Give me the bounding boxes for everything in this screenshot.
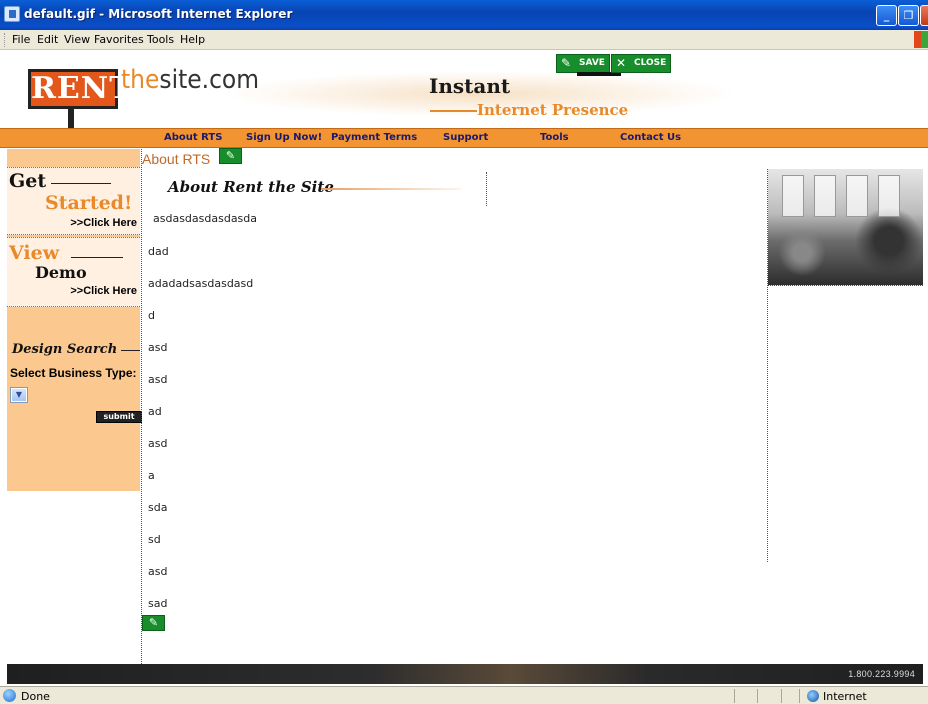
- get-started-word-1: Get: [9, 170, 47, 192]
- menu-edit[interactable]: Edit: [37, 33, 58, 46]
- content-line: asdasdasdasdasda: [153, 212, 258, 225]
- office-photo: [768, 169, 923, 286]
- status-bar: Done Internet: [0, 686, 928, 704]
- view-demo-rule: [71, 257, 123, 258]
- status-divider: [757, 689, 758, 703]
- logo-the: the: [121, 65, 160, 95]
- content-line: asd: [148, 565, 168, 578]
- content-line: asd: [148, 437, 168, 450]
- close-label: CLOSE: [634, 58, 667, 68]
- business-type-select[interactable]: ▼: [10, 387, 28, 403]
- left-column-divider: [141, 149, 142, 664]
- tagline-instant: Instant: [429, 74, 511, 98]
- left-sidebar: Get Started! >>Click Here View Demo >>Cl…: [7, 149, 142, 491]
- windows-logo-icon: [914, 31, 928, 48]
- menu-favorites[interactable]: Favorites: [94, 33, 144, 46]
- menu-file[interactable]: File: [12, 33, 30, 46]
- status-divider: [799, 689, 800, 703]
- content-line: a: [148, 469, 155, 482]
- content-line: asd: [148, 341, 168, 354]
- security-zone-text: Internet: [823, 690, 867, 703]
- photo-window: [878, 175, 900, 217]
- toolbar-grip[interactable]: [4, 33, 6, 47]
- nav-about-rts[interactable]: About RTS: [164, 132, 222, 143]
- photo-window: [814, 175, 836, 217]
- content-line: dad: [148, 245, 169, 258]
- submit-button[interactable]: submit: [96, 411, 142, 423]
- footer-phone-number: 1.800.223.9994: [848, 669, 915, 679]
- nav-contact-us[interactable]: Contact Us: [620, 132, 681, 143]
- page-heading: About RTS: [142, 151, 211, 167]
- design-search-title: Design Search: [12, 342, 118, 357]
- content-line: sad: [148, 597, 168, 610]
- content-line: sda: [148, 501, 168, 514]
- content-line: asd: [148, 373, 168, 386]
- window-close-button[interactable]: [920, 5, 928, 26]
- content-line: d: [148, 309, 155, 322]
- logo-rent-sign: RENT: [28, 69, 132, 109]
- section-title: About Rent the Site: [168, 178, 334, 196]
- menu-view[interactable]: View: [64, 33, 90, 46]
- title-divider: [486, 172, 487, 206]
- section-title-rule: [321, 188, 461, 190]
- nav-payment-terms[interactable]: Payment Terms: [331, 132, 417, 143]
- get-started-rule: [51, 183, 111, 184]
- menu-help[interactable]: Help: [180, 33, 205, 46]
- nav-tools[interactable]: Tools: [540, 132, 569, 143]
- view-demo-word-1: View: [9, 242, 60, 264]
- internet-zone-icon: [807, 690, 819, 702]
- site-footer: 1.800.223.9994: [7, 664, 923, 684]
- view-demo-word-2: Demo: [35, 263, 87, 282]
- content-line: adadadsasdasdasd: [148, 277, 254, 290]
- minimize-button[interactable]: _: [876, 5, 897, 26]
- tagline-internet-presence: Internet Presence: [477, 101, 629, 119]
- view-demo-box[interactable]: View Demo >>Click Here: [7, 237, 140, 307]
- ie-page-icon: [4, 6, 20, 22]
- edit-content-pencil-icon[interactable]: ✎: [142, 615, 165, 631]
- get-started-word-2: Started!: [45, 192, 133, 214]
- status-divider: [734, 689, 735, 703]
- get-started-box[interactable]: Get Started! >>Click Here: [7, 167, 140, 235]
- site-nav-bar: About RTS Sign Up Now! Payment Terms Sup…: [0, 128, 928, 148]
- menu-bar: File Edit View Favorites Tools Help: [0, 30, 928, 50]
- nav-support[interactable]: Support: [443, 132, 488, 143]
- select-business-type-label: Select Business Type:: [10, 366, 137, 380]
- photo-window: [782, 175, 804, 217]
- close-button[interactable]: ✕ CLOSE: [611, 54, 671, 73]
- menu-tools[interactable]: Tools: [147, 33, 174, 46]
- save-icon: ✎: [561, 56, 572, 70]
- status-divider: [781, 689, 782, 703]
- get-started-click-here[interactable]: >>Click Here: [70, 217, 137, 229]
- restore-button[interactable]: ❐: [898, 5, 919, 26]
- edit-pencil-icon[interactable]: ✎: [219, 148, 242, 164]
- save-button[interactable]: ✎ SAVE: [556, 54, 610, 73]
- view-demo-click-here[interactable]: >>Click Here: [70, 285, 137, 297]
- page-viewport: RENT thesite.com Instant Internet Presen…: [0, 51, 928, 686]
- close-icon: ✕: [616, 56, 627, 70]
- window-title: default.gif - Microsoft Internet Explore…: [24, 7, 293, 21]
- chevron-down-icon[interactable]: ▼: [12, 389, 26, 401]
- save-label: SAVE: [579, 58, 605, 68]
- photo-window: [846, 175, 868, 217]
- logo-domain: thesite.com: [121, 65, 259, 95]
- nav-sign-up-now[interactable]: Sign Up Now!: [246, 132, 322, 143]
- logo-site-com: site.com: [159, 65, 260, 95]
- page-done-icon: [3, 689, 16, 702]
- content-line: ad: [148, 405, 162, 418]
- tagline-rule: [430, 110, 477, 112]
- design-search-rule: [121, 350, 140, 351]
- window-title-bar: default.gif - Microsoft Internet Explore…: [0, 0, 928, 30]
- content-line: sd: [148, 533, 161, 546]
- status-text: Done: [21, 690, 50, 703]
